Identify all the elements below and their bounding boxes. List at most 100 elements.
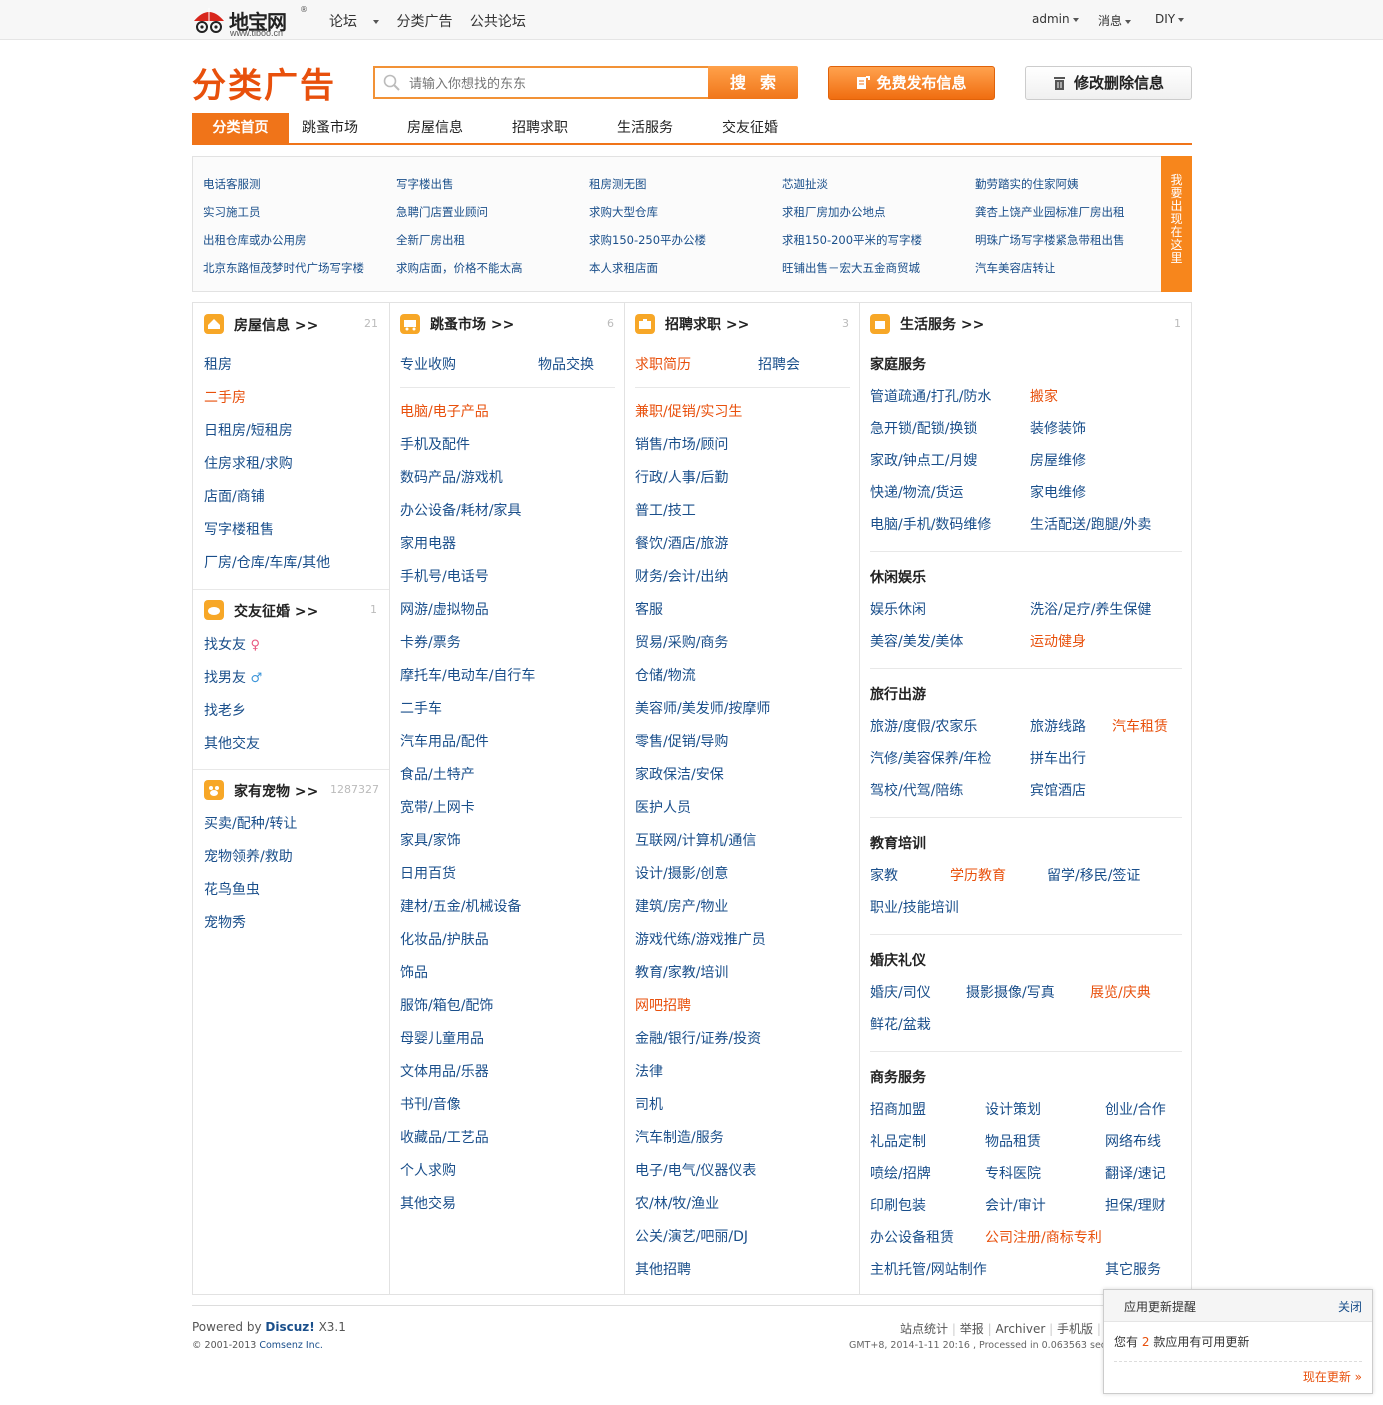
link-jobs[interactable]: 普工/技工 (635, 500, 696, 520)
link-flea[interactable]: 家具/家饰 (400, 830, 461, 850)
link-pets[interactable]: 花鸟鱼虫 (204, 879, 260, 899)
link-flea[interactable]: 食品/土特产 (400, 764, 475, 784)
search-button[interactable]: 搜索 (708, 66, 798, 99)
link-flea[interactable]: 服饰/箱包/配饰 (400, 995, 493, 1015)
link-flea[interactable]: 建材/五金/机械设备 (400, 896, 521, 916)
link-life-service[interactable]: 鲜花/盆栽 (870, 1014, 931, 1034)
hot-item[interactable]: 旺铺出售－宏大五金商贸城 (782, 260, 920, 276)
tab-housing[interactable]: 房屋信息 (407, 113, 463, 143)
link-jobs[interactable]: 仓储/物流 (635, 665, 696, 685)
link-dating[interactable]: 找女友 ♀ (204, 634, 260, 654)
link-life-service[interactable]: 翻译/速记 (1105, 1163, 1166, 1183)
update-now-link[interactable]: 现在更新 » (1303, 1368, 1362, 1385)
section-title-pets[interactable]: 家有宠物 >> (234, 781, 318, 801)
site-logo[interactable]: 地宝网 ® www.tiboo.cn (192, 3, 312, 38)
hot-item[interactable]: 本人求租店面 (589, 260, 658, 276)
publish-button[interactable]: 免费发布信息 (828, 66, 995, 100)
link-jobs[interactable]: 财务/会计/出纳 (635, 566, 728, 586)
link-life-service[interactable]: 职业/技能培训 (870, 897, 959, 917)
link-flea[interactable]: 其他交易 (400, 1193, 456, 1213)
link-life-service[interactable]: 设计策划 (985, 1099, 1041, 1119)
link-jobs[interactable]: 法律 (635, 1061, 663, 1081)
comsenz-link[interactable]: Comsenz Inc. (259, 1340, 323, 1351)
link-life-service[interactable]: 物品租赁 (985, 1131, 1041, 1151)
user-menu[interactable]: admin (1032, 12, 1079, 26)
edit-delete-button[interactable]: 修改删除信息 (1025, 66, 1192, 100)
link-life-service[interactable]: 旅游/度假/农家乐 (870, 716, 977, 736)
link-life-service[interactable]: 装修装饰 (1030, 418, 1086, 438)
link-life-service[interactable]: 管道疏通/打孔/防水 (870, 386, 991, 406)
link-life-service[interactable]: 电脑/手机/数码维修 (870, 514, 991, 534)
link-jobs[interactable]: 教育/家教/培训 (635, 962, 728, 982)
link-life-service[interactable]: 拼车出行 (1030, 748, 1086, 768)
hot-item[interactable]: 租房测无图 (589, 176, 647, 192)
link-jobs[interactable]: 电子/电气/仪器仪表 (635, 1160, 756, 1180)
section-title-flea[interactable]: 跳蚤市场 >> (430, 314, 514, 334)
link-flea[interactable]: 个人求购 (400, 1160, 456, 1180)
link-life-service[interactable]: 主机托管/网站制作 (870, 1259, 987, 1279)
hot-item[interactable]: 求租150-200平米的写字楼 (782, 232, 922, 248)
hot-item[interactable]: 电话客服测 (203, 176, 261, 192)
link-jobs[interactable]: 农/林/牧/渔业 (635, 1193, 719, 1213)
link-life-service[interactable]: 创业/合作 (1105, 1099, 1166, 1119)
link-life-service[interactable]: 宾馆酒店 (1030, 780, 1086, 800)
link-life-service[interactable]: 家政/钟点工/月嫂 (870, 450, 977, 470)
tab-flea-market[interactable]: 跳蚤市场 (302, 113, 358, 143)
link-flea[interactable]: 网游/虚拟物品 (400, 599, 489, 619)
footer-link-stats[interactable]: 站点统计 (900, 1322, 948, 1336)
link-jobs[interactable]: 餐饮/酒店/旅游 (635, 533, 728, 553)
hot-item[interactable]: 求购大型仓库 (589, 204, 658, 220)
diy-menu[interactable]: DIY (1155, 12, 1185, 26)
link-flea[interactable]: 数码产品/游戏机 (400, 467, 503, 487)
link-life-service[interactable]: 专科医院 (985, 1163, 1041, 1183)
hot-item[interactable]: 芯迦扯淡 (782, 176, 828, 192)
link-life-service[interactable]: 担保/理财 (1105, 1195, 1166, 1215)
link-life-service[interactable]: 其它服务 (1105, 1259, 1161, 1279)
link-jobs[interactable]: 司机 (635, 1094, 663, 1114)
hot-item[interactable]: 龚杏上饶产业园标准厂房出租 (975, 204, 1125, 220)
link-life-service[interactable]: 家电维修 (1030, 482, 1086, 502)
link-flea[interactable]: 手机号/电话号 (400, 566, 489, 586)
hot-item[interactable]: 明珠广场写字楼紧急带租出售 (975, 232, 1125, 248)
link-jobs-top[interactable]: 招聘会 (758, 354, 800, 374)
nav-public-forum[interactable]: 公共论坛 (470, 14, 526, 30)
hot-item[interactable]: 求租厂房加办公地点 (782, 204, 886, 220)
link-life-service[interactable]: 汽修/美容保养/年检 (870, 748, 991, 768)
tab-home[interactable]: 分类首页 (192, 113, 289, 143)
link-jobs[interactable]: 医护人员 (635, 797, 691, 817)
link-flea[interactable]: 收藏品/工艺品 (400, 1127, 489, 1147)
hot-item[interactable]: 北京东路恒茂梦时代广场写字楼 (203, 260, 364, 276)
messages-menu[interactable]: 消息 (1098, 12, 1132, 29)
link-flea[interactable]: 书刊/音像 (400, 1094, 461, 1114)
link-jobs[interactable]: 销售/市场/顾问 (635, 434, 728, 454)
link-life-service[interactable]: 会计/审计 (985, 1195, 1046, 1215)
link-life-service[interactable]: 婚庆/司仪 (870, 982, 931, 1002)
hot-item[interactable]: 求购店面，价格不能太高 (396, 260, 523, 276)
link-flea[interactable]: 饰品 (400, 962, 428, 982)
link-life-service[interactable]: 驾校/代驾/陪练 (870, 780, 963, 800)
link-life-service[interactable]: 洗浴/足疗/养生保健 (1030, 599, 1151, 619)
link-flea[interactable]: 宽带/上网卡 (400, 797, 475, 817)
nav-forum[interactable]: 论坛 (329, 14, 379, 30)
link-jobs[interactable]: 互联网/计算机/通信 (635, 830, 756, 850)
link-housing[interactable]: 租房 (204, 354, 232, 374)
link-life-service[interactable]: 招商加盟 (870, 1099, 926, 1119)
nav-classified[interactable]: 分类广告 (396, 14, 452, 30)
link-dating[interactable]: 找老乡 (204, 700, 246, 720)
hot-item[interactable]: 汽车美容店转让 (975, 260, 1056, 276)
link-housing[interactable]: 日租房/短租房 (204, 420, 293, 440)
link-life-service[interactable]: 喷绘/招牌 (870, 1163, 931, 1183)
section-title-life[interactable]: 生活服务 >> (900, 314, 984, 334)
hot-item[interactable]: 实习施工员 (203, 204, 261, 220)
section-title-dating[interactable]: 交友征婚 >> (234, 601, 318, 621)
link-housing[interactable]: 厂房/仓库/车库/其他 (204, 552, 330, 572)
link-flea[interactable]: 日用百货 (400, 863, 456, 883)
link-life-service[interactable]: 旅游线路 (1030, 716, 1086, 736)
link-life-service[interactable]: 印刷包装 (870, 1195, 926, 1215)
link-life-service[interactable]: 家教 (870, 865, 898, 885)
link-life-service[interactable]: 搬家 (1030, 386, 1058, 406)
link-life-service[interactable]: 娱乐休闲 (870, 599, 926, 619)
link-life-service[interactable]: 留学/移民/签证 (1047, 865, 1140, 885)
advertise-here-tab[interactable]: 我要出现在这里 (1161, 156, 1192, 292)
link-flea[interactable]: 家用电器 (400, 533, 456, 553)
